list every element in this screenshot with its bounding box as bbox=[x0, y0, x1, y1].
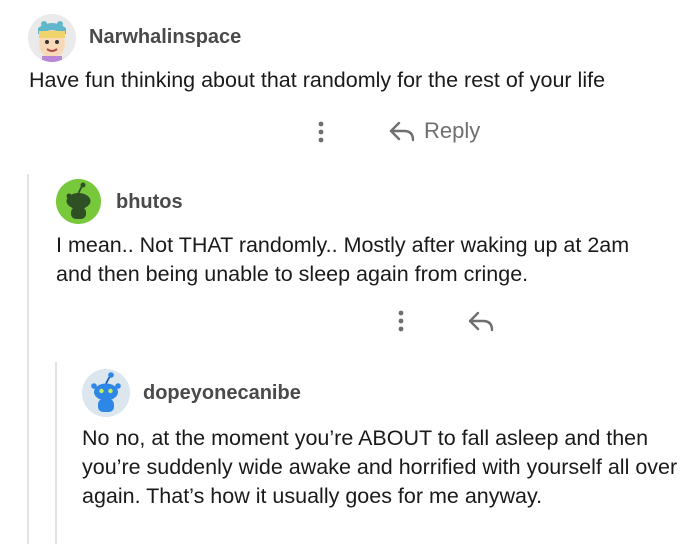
snoo-avatar-icon bbox=[82, 369, 130, 417]
user-avatar-dopeyonecanibe[interactable] bbox=[82, 369, 130, 417]
username[interactable]: Narwhalinspace bbox=[89, 26, 241, 49]
thread-line-level-1[interactable] bbox=[27, 174, 29, 544]
comment-body: Have fun thinking about that randomly fo… bbox=[29, 68, 606, 92]
comment-body: No no, at the moment you’re ABOUT to fal… bbox=[82, 426, 678, 508]
username[interactable]: dopeyonecanibe bbox=[143, 382, 301, 405]
user-avatar-bhutos[interactable] bbox=[56, 179, 101, 224]
username[interactable]: bhutos bbox=[116, 191, 183, 214]
comment-body: I mean.. Not THAT randomly.. Mostly afte… bbox=[56, 233, 630, 286]
reply-arrow-icon bbox=[389, 121, 415, 142]
more-vertical-icon bbox=[318, 121, 324, 143]
more-vertical-icon bbox=[398, 310, 404, 332]
more-options-button[interactable] bbox=[386, 306, 416, 336]
reply-arrow-icon bbox=[468, 311, 494, 332]
reply-label: Reply bbox=[424, 118, 481, 143]
thread-line-level-2[interactable] bbox=[55, 362, 57, 544]
user-avatar-narwhalinspace[interactable] bbox=[28, 14, 76, 62]
narwhal-avatar-icon bbox=[28, 14, 76, 62]
snoo-avatar-icon bbox=[56, 179, 101, 224]
more-options-button[interactable] bbox=[305, 116, 337, 148]
reply-button[interactable] bbox=[464, 308, 498, 334]
reply-button[interactable]: Reply bbox=[388, 114, 480, 148]
